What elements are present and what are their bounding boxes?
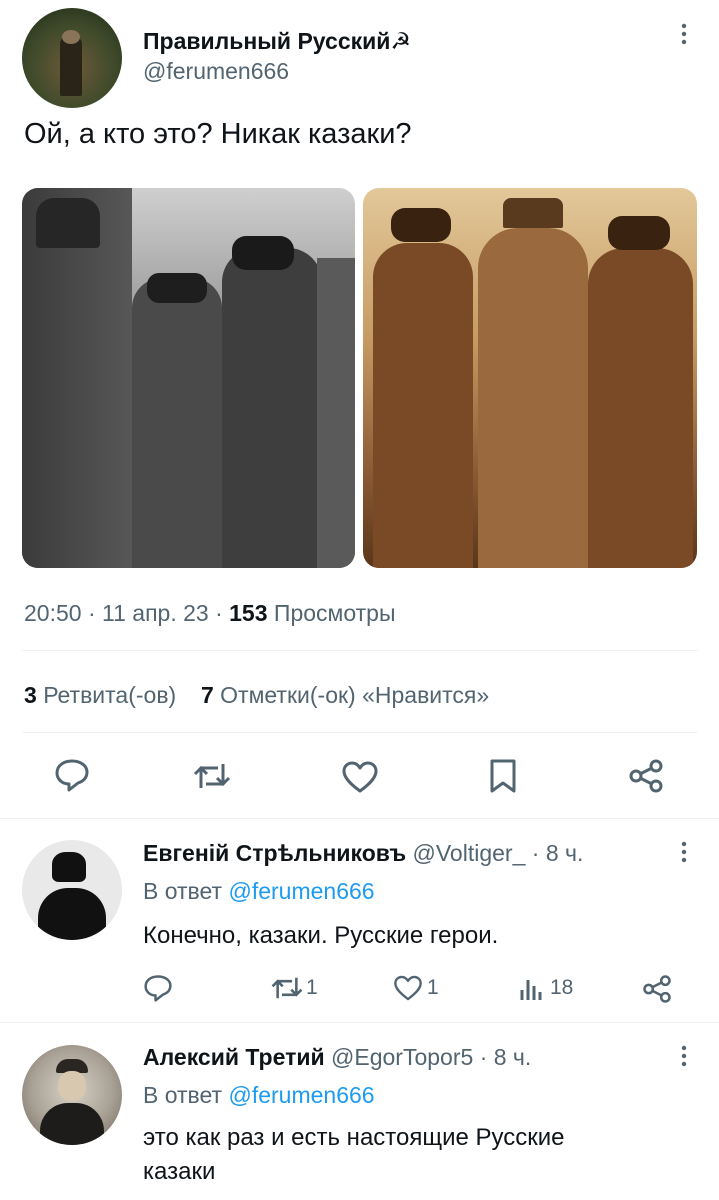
tweet-text: Ой, а кто это? Никак казаки? — [24, 118, 412, 150]
reply-separator: · — [479, 1044, 488, 1070]
reply-text-line: казаки — [143, 1158, 216, 1185]
author-avatar[interactable] — [22, 8, 122, 108]
bookmark-icon[interactable] — [488, 758, 518, 794]
more-vertical-icon[interactable] — [674, 1044, 694, 1068]
reply-separator: · — [531, 840, 540, 866]
tweet-time[interactable]: 20:50 — [24, 600, 82, 626]
reply-author-name[interactable]: Алексий Третий — [143, 1044, 325, 1070]
author-name[interactable]: Правильный Русский☭ — [143, 28, 411, 55]
likes-count: 7 — [200, 682, 214, 708]
author-handle[interactable]: @ferumen666 — [143, 58, 289, 85]
views-count: 18 — [550, 976, 574, 999]
reply-icon[interactable] — [143, 974, 173, 1002]
reply-prefix: В ответ — [143, 1082, 223, 1108]
reply-author-handle[interactable]: @Voltiger_ — [413, 840, 526, 866]
heart-icon[interactable] — [341, 760, 379, 794]
views-label: Просмотры — [273, 600, 396, 626]
likes-stat[interactable]: 7 Отметки(-ок) «Нравится» — [201, 682, 489, 708]
reply-text-line: это как раз и есть настоящие Русские — [143, 1124, 565, 1151]
retweets-stat[interactable]: 3 Ретвита(-ов) — [24, 682, 183, 708]
reply-to-line: В ответ @ferumen666 — [143, 878, 375, 905]
reply-to-link[interactable]: @ferumen666 — [228, 1082, 374, 1108]
likes-label: Отметки(-ок) «Нравится» — [220, 682, 490, 708]
retweets-label: Ретвита(-ов) — [43, 682, 177, 708]
reply-text: Конечно, казаки. Русские герои. — [143, 922, 499, 949]
divider — [22, 650, 698, 651]
reply-avatar[interactable] — [22, 1045, 122, 1145]
tweet-date[interactable]: 11 апр. 23 — [102, 600, 209, 626]
reply-avatar[interactable] — [22, 840, 122, 940]
reply-author-handle[interactable]: @EgorTopor5 — [331, 1044, 473, 1070]
share-icon[interactable] — [628, 758, 664, 794]
reply-icon[interactable] — [54, 758, 90, 792]
retweet-icon — [270, 974, 304, 1002]
meta-separator: · — [215, 600, 223, 626]
retweet-icon[interactable] — [192, 760, 232, 792]
reply-like-action[interactable]: 1 — [393, 974, 439, 1002]
reply-header: Алексий Третий @EgorTopor5 · 8 ч. — [143, 1044, 531, 1071]
reply-to-link[interactable]: @ferumen666 — [228, 878, 374, 904]
more-vertical-icon[interactable] — [674, 22, 694, 46]
reply-time[interactable]: 8 ч. — [494, 1044, 532, 1070]
like-count: 1 — [427, 976, 439, 999]
reply-author-name[interactable]: Евгенiй Стрѣльниковъ — [143, 840, 406, 866]
reply-retweet-action[interactable]: 1 — [270, 974, 318, 1002]
reply-prefix: В ответ — [143, 878, 223, 904]
retweet-count: 1 — [306, 976, 318, 999]
reply-to-line: В ответ @ferumen666 — [143, 1082, 375, 1109]
views-bar-icon — [518, 974, 544, 1002]
more-vertical-icon[interactable] — [674, 840, 694, 864]
divider — [0, 818, 719, 819]
retweets-count: 3 — [24, 682, 37, 708]
views-count: 153 — [229, 600, 268, 626]
reply-header: Евгенiй Стрѣльниковъ @Voltiger_ · 8 ч. — [143, 840, 583, 867]
meta-separator: · — [87, 600, 96, 626]
tweet-stats: 3 Ретвита(-ов) 7 Отметки(-ок) «Нравится» — [24, 682, 489, 709]
tweet-photo-left[interactable] — [22, 188, 355, 568]
reply-views-action[interactable]: 18 — [518, 974, 573, 1002]
divider — [22, 732, 698, 733]
tweet-meta: 20:50 · 11 апр. 23 · 153 Просмотры — [24, 600, 395, 627]
reply-time[interactable]: 8 ч. — [546, 840, 584, 866]
heart-icon — [393, 974, 423, 1002]
tweet-photo-right[interactable] — [363, 188, 697, 568]
divider — [0, 1022, 719, 1023]
share-icon[interactable] — [642, 974, 672, 1004]
